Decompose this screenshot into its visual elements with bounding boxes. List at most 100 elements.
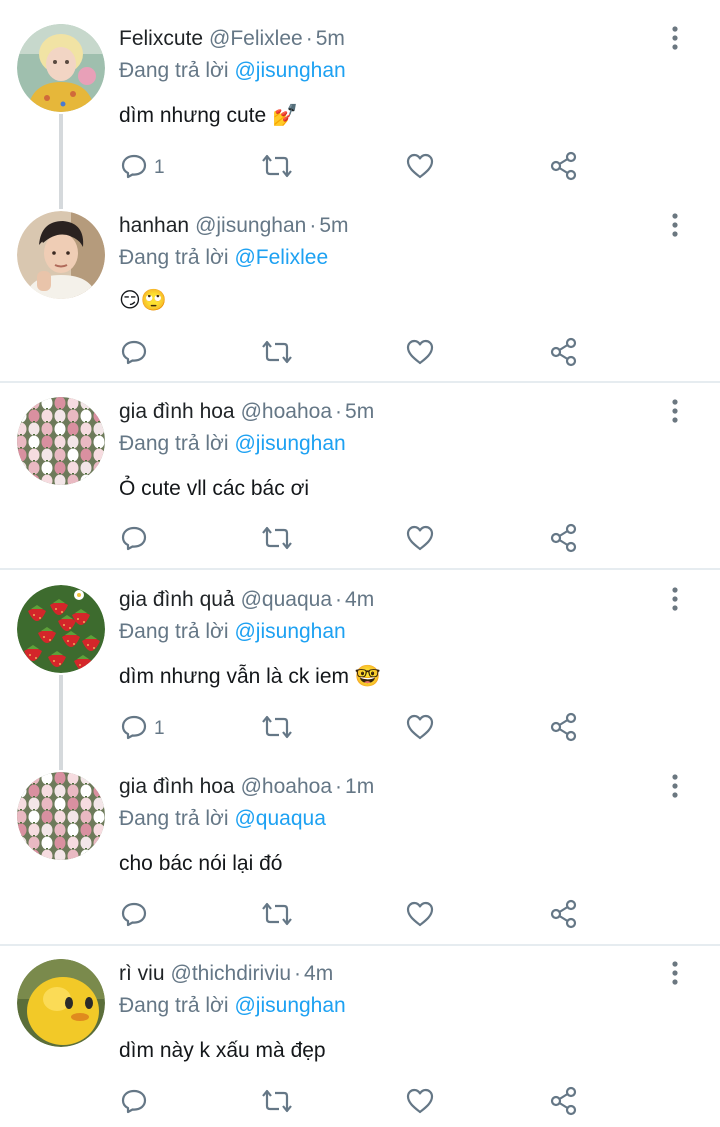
replying-to-label: Đang trả lời	[119, 620, 229, 643]
separator-dot: ·	[305, 27, 313, 50]
repost-button[interactable]	[261, 899, 293, 933]
user-handle[interactable]: @thichdiriviu	[171, 962, 292, 985]
reply-icon	[120, 338, 148, 371]
like-button[interactable]	[405, 1086, 435, 1120]
post-text: cho bác nói lại đó	[119, 852, 283, 875]
replying-to-handle[interactable]: @jisunghan	[234, 620, 345, 643]
replying-to-handle[interactable]: @jisunghan	[234, 994, 345, 1017]
reply-button[interactable]: 1	[120, 712, 165, 746]
replying-to-handle[interactable]: @jisunghan	[234, 432, 345, 455]
replying-to-label: Đang trả lời	[119, 246, 229, 269]
repost-button[interactable]	[261, 523, 293, 557]
tulip-avatar[interactable]	[17, 772, 105, 860]
reply-post[interactable]: rì viu @thichdiriviu · 4m Đang trả lời @jisu…	[0, 959, 720, 1126]
replying-to: Đang trả lời @jisunghan	[119, 618, 346, 646]
post-header: gia đình hoa @hoahoa · 1m	[119, 773, 374, 801]
display-name[interactable]: gia đình hoa	[119, 400, 235, 423]
reply-icon	[120, 152, 148, 185]
share-button[interactable]	[549, 712, 579, 746]
reply-post[interactable]: hanhan @jisunghan · 5m Đang trả lời @Felixle…	[0, 211, 720, 377]
more-options-icon[interactable]	[663, 586, 687, 614]
tulip-avatar[interactable]	[17, 397, 105, 485]
felix-avatar[interactable]	[17, 24, 105, 112]
replying-to: Đang trả lời @Felixlee	[119, 244, 328, 272]
reply-icon	[120, 524, 148, 557]
more-options-icon[interactable]	[663, 398, 687, 426]
display-name[interactable]: Felixcute	[119, 27, 203, 50]
share-icon	[549, 151, 579, 186]
post-text: dìm nhưng cute 💅	[119, 104, 299, 127]
more-options-icon[interactable]	[663, 960, 687, 988]
more-options-icon[interactable]	[663, 25, 687, 53]
reply-count: 1	[154, 157, 165, 178]
hanhan-avatar[interactable]	[17, 211, 105, 299]
repost-button[interactable]	[261, 151, 293, 185]
user-handle[interactable]: @hoahoa	[241, 400, 332, 423]
repost-button[interactable]	[261, 1086, 293, 1120]
like-button[interactable]	[405, 712, 435, 746]
replying-to: Đang trả lời @jisunghan	[119, 992, 346, 1020]
separator-dot: ·	[309, 214, 317, 237]
replying-to: Đang trả lời @jisunghan	[119, 430, 346, 458]
reply-button[interactable]: 1	[120, 151, 165, 185]
action-bar: 1	[0, 151, 720, 185]
more-options-icon[interactable]	[663, 212, 687, 240]
post-time: 5m	[319, 214, 349, 237]
reply-post[interactable]: Felixcute @Felixlee · 5m Đang trả lời @jisun…	[0, 24, 720, 191]
post-time: 4m	[304, 962, 334, 985]
reply-post[interactable]: gia đình hoa @hoahoa · 1m Đang trả lời @quaq…	[0, 772, 720, 939]
post-header: gia đình hoa @hoahoa · 5m	[119, 398, 374, 426]
user-handle[interactable]: @jisunghan	[195, 214, 306, 237]
reply-button[interactable]	[120, 523, 154, 557]
replying-to-handle[interactable]: @Felixlee	[234, 246, 328, 269]
display-name[interactable]: rì viu	[119, 962, 165, 985]
display-name[interactable]: hanhan	[119, 214, 189, 237]
share-button[interactable]	[549, 337, 579, 371]
user-handle[interactable]: @quaqua	[241, 588, 332, 611]
separator-dot: ·	[335, 400, 343, 423]
share-button[interactable]	[549, 151, 579, 185]
replying-to: Đang trả lời @quaqua	[119, 805, 326, 833]
reply-button[interactable]	[120, 1086, 154, 1120]
share-button[interactable]	[549, 523, 579, 557]
strawberry-avatar[interactable]	[17, 585, 105, 673]
repost-button[interactable]	[261, 337, 293, 371]
separator-dot: ·	[294, 962, 302, 985]
replying-to-handle[interactable]: @quaqua	[234, 807, 325, 830]
replying-to-label: Đang trả lời	[119, 994, 229, 1017]
replying-to-handle[interactable]: @jisunghan	[234, 59, 345, 82]
more-options-icon[interactable]	[663, 773, 687, 801]
repost-icon	[261, 713, 293, 746]
like-button[interactable]	[405, 899, 435, 933]
separator-dot: ·	[335, 775, 343, 798]
repost-button[interactable]	[261, 712, 293, 746]
share-icon	[549, 712, 579, 747]
share-button[interactable]	[549, 899, 579, 933]
like-button[interactable]	[405, 151, 435, 185]
like-button[interactable]	[405, 337, 435, 371]
replying-to-label: Đang trả lời	[119, 432, 229, 455]
reply-count: 1	[154, 718, 165, 739]
reply-button[interactable]	[120, 899, 154, 933]
action-bar	[0, 1086, 720, 1120]
yellow-duck-avatar[interactable]	[17, 959, 105, 1047]
repost-icon	[261, 152, 293, 185]
reply-post[interactable]: gia đình quả @quaqua · 4m Đang trả lời @jisu…	[0, 585, 720, 752]
post-header: Felixcute @Felixlee · 5m	[119, 25, 345, 53]
heart-icon	[405, 713, 435, 746]
action-bar	[0, 337, 720, 371]
share-button[interactable]	[549, 1086, 579, 1120]
user-handle[interactable]: @Felixlee	[209, 27, 303, 50]
reply-post[interactable]: gia đình hoa @hoahoa · 5m Đang trả lời @jisu…	[0, 397, 720, 563]
user-handle[interactable]: @hoahoa	[241, 775, 332, 798]
repost-icon	[261, 900, 293, 933]
display-name[interactable]: gia đình hoa	[119, 775, 235, 798]
post-header: rì viu @thichdiriviu · 4m	[119, 960, 333, 988]
post-header: hanhan @jisunghan · 5m	[119, 212, 349, 240]
like-button[interactable]	[405, 523, 435, 557]
display-name[interactable]: gia đình quả	[119, 588, 235, 611]
post-time: 4m	[345, 588, 375, 611]
reply-button[interactable]	[120, 337, 154, 371]
post-time: 1m	[345, 775, 375, 798]
replying-to-label: Đang trả lời	[119, 59, 229, 82]
